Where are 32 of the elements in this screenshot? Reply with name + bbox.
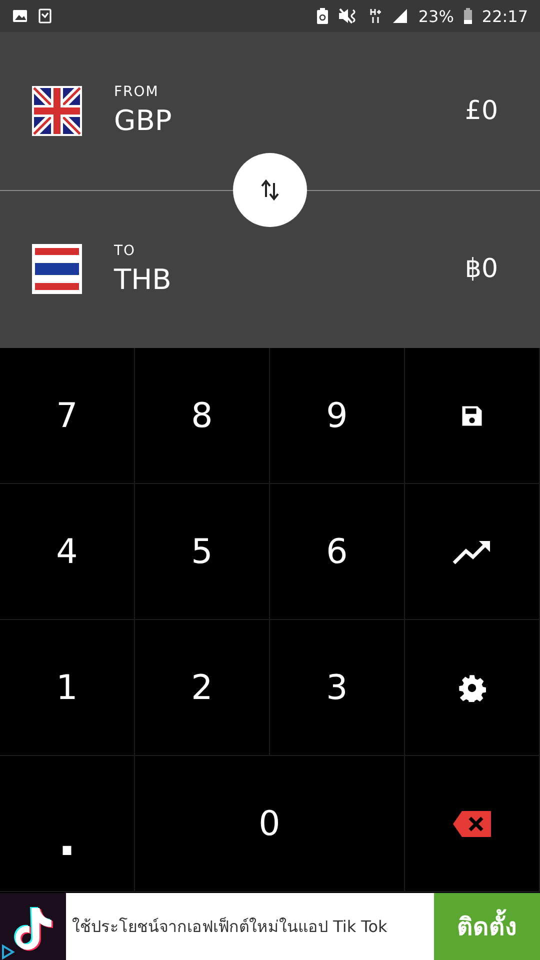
battery-icon: [464, 8, 472, 24]
currency-role-label: TO: [114, 242, 137, 259]
clock: 22:17: [482, 6, 528, 26]
currency-amount: £0: [464, 96, 498, 126]
signal-icon: [392, 8, 408, 24]
flag-icon: [32, 86, 82, 136]
keypad-key[interactable]: 9: [270, 348, 405, 484]
battery-saver-icon: [317, 8, 328, 24]
keypad-key[interactable]: 2: [135, 620, 270, 756]
settings-icon: [458, 674, 486, 702]
keypad-key[interactable]: [405, 620, 540, 756]
image-icon: [12, 8, 28, 24]
keypad-key[interactable]: 8: [135, 348, 270, 484]
keypad-key[interactable]: 4: [0, 484, 135, 620]
currency-role-label: FROM: [114, 84, 160, 100]
currency-code[interactable]: GBP: [114, 104, 465, 138]
keypad-key[interactable]: 3: [270, 620, 405, 756]
ad-text[interactable]: ใช้ประโยชน์จากเอฟเฟ็กต์ใหม่ในแอป Tik Tok: [66, 893, 434, 960]
keypad-key[interactable]: .: [0, 756, 135, 892]
swap-icon: [261, 179, 279, 201]
keypad-key[interactable]: 7: [0, 348, 135, 484]
flag-icon: [32, 244, 82, 294]
keypad-key[interactable]: 6: [270, 484, 405, 620]
currency-amount: ฿0: [464, 254, 498, 284]
battery-percent: 23%: [418, 6, 454, 26]
currency-code[interactable]: THB: [114, 262, 465, 296]
backspace-icon: [452, 810, 492, 838]
keypad-key[interactable]: 5: [135, 484, 270, 620]
keypad-key[interactable]: 0: [135, 756, 405, 892]
network-h-plus-icon: [370, 8, 382, 24]
keypad-key[interactable]: 1: [0, 620, 135, 756]
clipboard-check-icon: [38, 8, 52, 24]
